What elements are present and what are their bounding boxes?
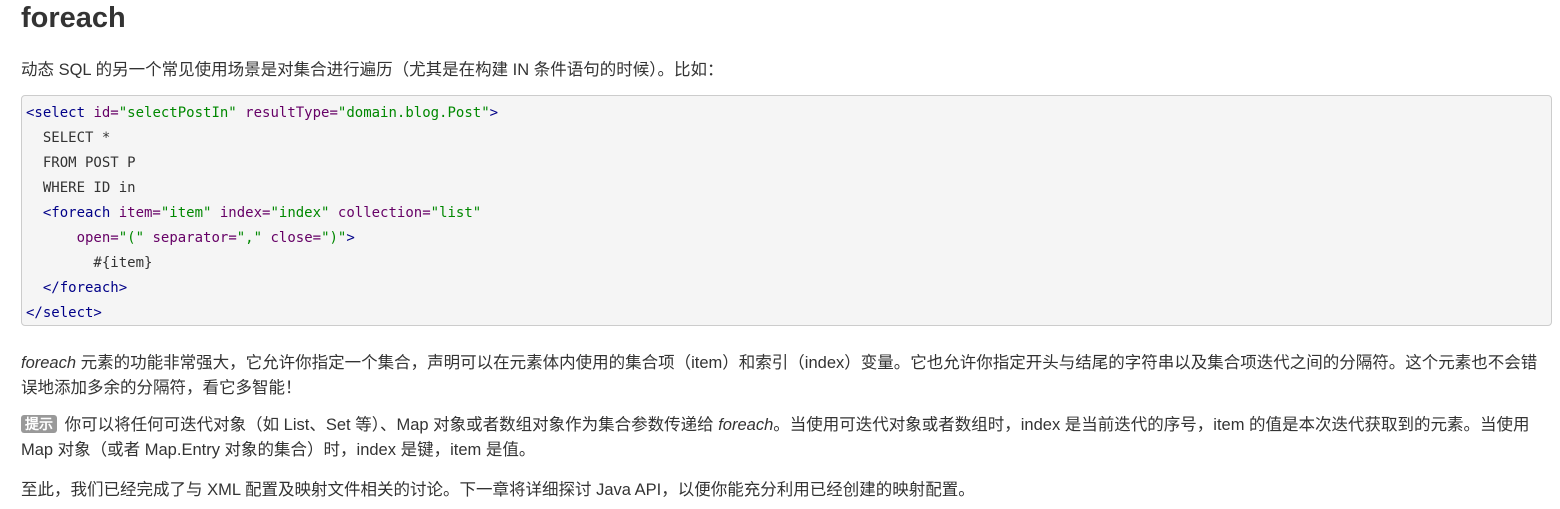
code-line-9: </select>: [26, 305, 102, 321]
code-content: <select id="selectPostIn" resultType="do…: [22, 96, 1551, 326]
code-token: <select: [26, 105, 94, 121]
code-line-5: <foreach item="item" index="index" colle…: [26, 205, 481, 221]
code-line-7: #{item}: [26, 255, 153, 271]
code-token: collection=: [329, 205, 431, 221]
doc-page: foreach 动态 SQL 的另一个常见使用场景是对集合进行遍历（尤其是在构建…: [0, 0, 1560, 509]
code-line-6: open="(" separator="," close=")">: [26, 230, 355, 246]
code-token: "item": [160, 205, 212, 221]
paragraph-text: 元素的功能非常强大，它允许你指定一个集合，声明可以在元素体内使用的集合项（ite…: [21, 354, 1538, 397]
section-heading: foreach: [21, 2, 126, 34]
code-token: separator=: [144, 230, 237, 246]
code-token: <foreach: [26, 205, 119, 221]
intro-paragraph: 动态 SQL 的另一个常见使用场景是对集合进行遍历（尤其是在构建 IN 条件语句…: [21, 61, 724, 79]
tip-badge: 提示: [21, 415, 57, 433]
code-token: "selectPostIn": [118, 105, 237, 121]
code-line-3: FROM POST P: [26, 155, 136, 171]
foreach-description-paragraph: foreach 元素的功能非常强大，它允许你指定一个集合，声明可以在元素体内使用…: [21, 351, 1546, 401]
emphasis-foreach: foreach: [21, 354, 77, 372]
code-token: >: [346, 230, 355, 246]
code-token: index=: [211, 205, 271, 221]
emphasis-foreach: foreach: [718, 416, 774, 434]
code-block: <select id="selectPostIn" resultType="do…: [21, 95, 1552, 326]
code-token: "index": [270, 205, 330, 221]
code-line-2: SELECT *: [26, 130, 111, 146]
code-token: >: [489, 105, 499, 121]
conclusion-paragraph: 至此，我们已经完成了与 XML 配置及映射文件相关的讨论。下一章将详细探讨 Ja…: [21, 481, 975, 499]
code-token: "domain.blog.Post": [337, 105, 490, 121]
code-token: "list": [430, 205, 482, 221]
code-token: "(": [118, 230, 145, 246]
code-line-8: </foreach>: [26, 280, 128, 296]
code-line-4: WHERE ID in: [26, 180, 136, 196]
paragraph-text: 你可以将任何可迭代对象（如 List、Set 等）、Map 对象或者数组对象作为…: [60, 416, 719, 434]
code-token: close=: [262, 230, 322, 246]
code-token: open=: [76, 230, 119, 246]
code-token: ")": [321, 230, 347, 246]
code-token: ",": [236, 230, 263, 246]
code-token: id=: [93, 105, 119, 121]
code-token: item=: [118, 205, 161, 221]
tip-paragraph: 提示 你可以将任何可迭代对象（如 List、Set 等）、Map 对象或者数组对…: [21, 413, 1546, 463]
code-line-1: <select id="selectPostIn" resultType="do…: [26, 105, 498, 121]
code-token: resultType=: [236, 105, 338, 121]
